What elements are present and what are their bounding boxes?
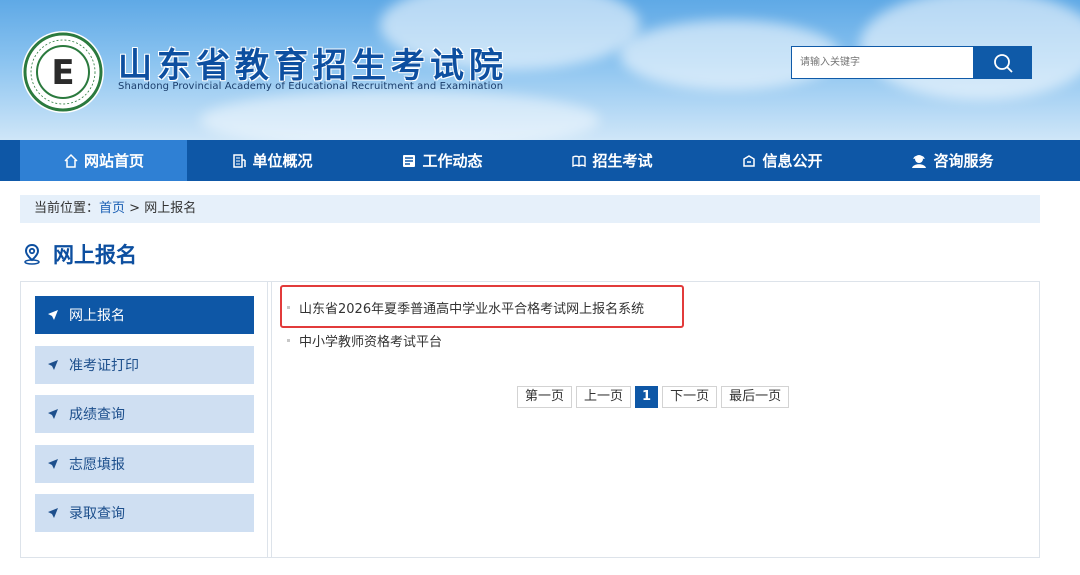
- sidebar-item-label: 录取查询: [69, 506, 125, 522]
- info-box-icon: [743, 154, 756, 167]
- list-item-link[interactable]: 中小学教师资格考试平台: [299, 331, 442, 350]
- search-bar: [791, 46, 1032, 79]
- list-item-link[interactable]: 山东省2026年夏季普通高中学业水平合格考试网上报名系统: [299, 298, 644, 317]
- search-icon: [993, 53, 1013, 73]
- nav-label: 网站首页: [83, 152, 144, 170]
- current-page-button[interactable]: 1: [635, 386, 659, 408]
- arrow-pointer-icon: [48, 360, 58, 370]
- breadcrumb-prefix: 当前位置：: [34, 201, 100, 216]
- building-icon: [233, 153, 247, 168]
- breadcrumb: 当前位置：首页 > 网上报名: [20, 195, 1040, 223]
- emblem-letter: E: [51, 53, 74, 93]
- sidebar-item-label: 志愿填报: [69, 457, 125, 473]
- sidebar-item-label: 准考证打印: [69, 358, 139, 374]
- book-icon: [572, 155, 587, 167]
- site-subtitle: Shandong Provincial Academy of Education…: [118, 81, 504, 92]
- content-area: 山东省2026年夏季普通高中学业水平合格考试网上报名系统 中小学教师资格考试平台…: [273, 282, 1039, 557]
- news-icon: [403, 154, 416, 167]
- page-title-text: 网上报名: [53, 243, 137, 267]
- nav-item-news[interactable]: 工作动态: [357, 140, 527, 181]
- sidebar-item-admission-ticket[interactable]: 准考证打印: [35, 346, 254, 384]
- pagination: 第一页 上一页 1 下一页 最后一页: [517, 386, 790, 408]
- sidebar-item-registration[interactable]: 网上报名: [35, 296, 254, 334]
- search-input[interactable]: [791, 46, 973, 79]
- breadcrumb-current: 网上报名: [144, 201, 197, 216]
- sidebar-item-admission-results[interactable]: 录取查询: [35, 494, 254, 532]
- first-page-button[interactable]: 第一页: [517, 386, 573, 408]
- last-page-button[interactable]: 最后一页: [721, 386, 790, 408]
- sidebar-item-applications[interactable]: 志愿填报: [35, 445, 254, 483]
- bullet-icon: [287, 339, 290, 342]
- next-page-button[interactable]: 下一页: [662, 386, 718, 408]
- nav-item-consult[interactable]: 咨询服务: [867, 140, 1037, 181]
- nav-item-info[interactable]: 信息公开: [697, 140, 867, 181]
- nav-item-home[interactable]: 网站首页: [20, 140, 187, 181]
- academy-emblem-icon[interactable]: E: [21, 30, 105, 114]
- nav-item-overview[interactable]: 单位概况: [187, 140, 357, 181]
- breadcrumb-home-link[interactable]: 首页: [99, 201, 125, 216]
- sidebar: 网上报名 准考证打印 成绩查询 志愿填报 录取查询: [21, 282, 268, 557]
- home-icon: [64, 153, 78, 168]
- prev-page-button[interactable]: 上一页: [576, 386, 632, 408]
- nav-label: 招生考试: [592, 152, 653, 170]
- nav-label: 信息公开: [762, 152, 823, 170]
- arrow-pointer-icon: [48, 310, 58, 320]
- sidebar-item-label: 网上报名: [69, 308, 125, 324]
- nav-label: 工作动态: [422, 152, 483, 170]
- site-header: E 山东省教育招生考试院 Shandong Provincial Academy…: [0, 0, 1080, 140]
- sidebar-item-scores[interactable]: 成绩查询: [35, 395, 254, 433]
- list-item[interactable]: 山东省2026年夏季普通高中学业水平合格考试网上报名系统: [287, 298, 644, 317]
- sidebar-item-label: 成绩查询: [69, 407, 125, 423]
- arrow-pointer-icon: [48, 459, 58, 469]
- nav-label: 单位概况: [252, 152, 313, 170]
- search-button[interactable]: [973, 46, 1032, 79]
- nav-item-exams[interactable]: 招生考试: [527, 140, 697, 181]
- bullet-icon: [287, 306, 290, 309]
- list-item[interactable]: 中小学教师资格考试平台: [287, 331, 442, 350]
- arrow-pointer-icon: [48, 508, 58, 518]
- cloud-decoration: [200, 90, 600, 140]
- breadcrumb-separator: >: [125, 201, 145, 216]
- location-pin-icon: [24, 243, 40, 265]
- site-title[interactable]: 山东省教育招生考试院: [118, 38, 508, 87]
- arrow-pointer-icon: [48, 409, 58, 419]
- page-title: 网上报名: [21, 240, 137, 268]
- support-icon: [912, 154, 927, 168]
- main-panel: 网上报名 准考证打印 成绩查询 志愿填报 录取查询 山东省2026年夏季普通高中…: [20, 281, 1040, 558]
- nav-label: 咨询服务: [933, 152, 994, 170]
- main-nav: 网站首页 单位概况 工作动态 招生考试 信息公开 咨询服务: [0, 140, 1080, 181]
- sidebar-divider: [271, 282, 272, 557]
